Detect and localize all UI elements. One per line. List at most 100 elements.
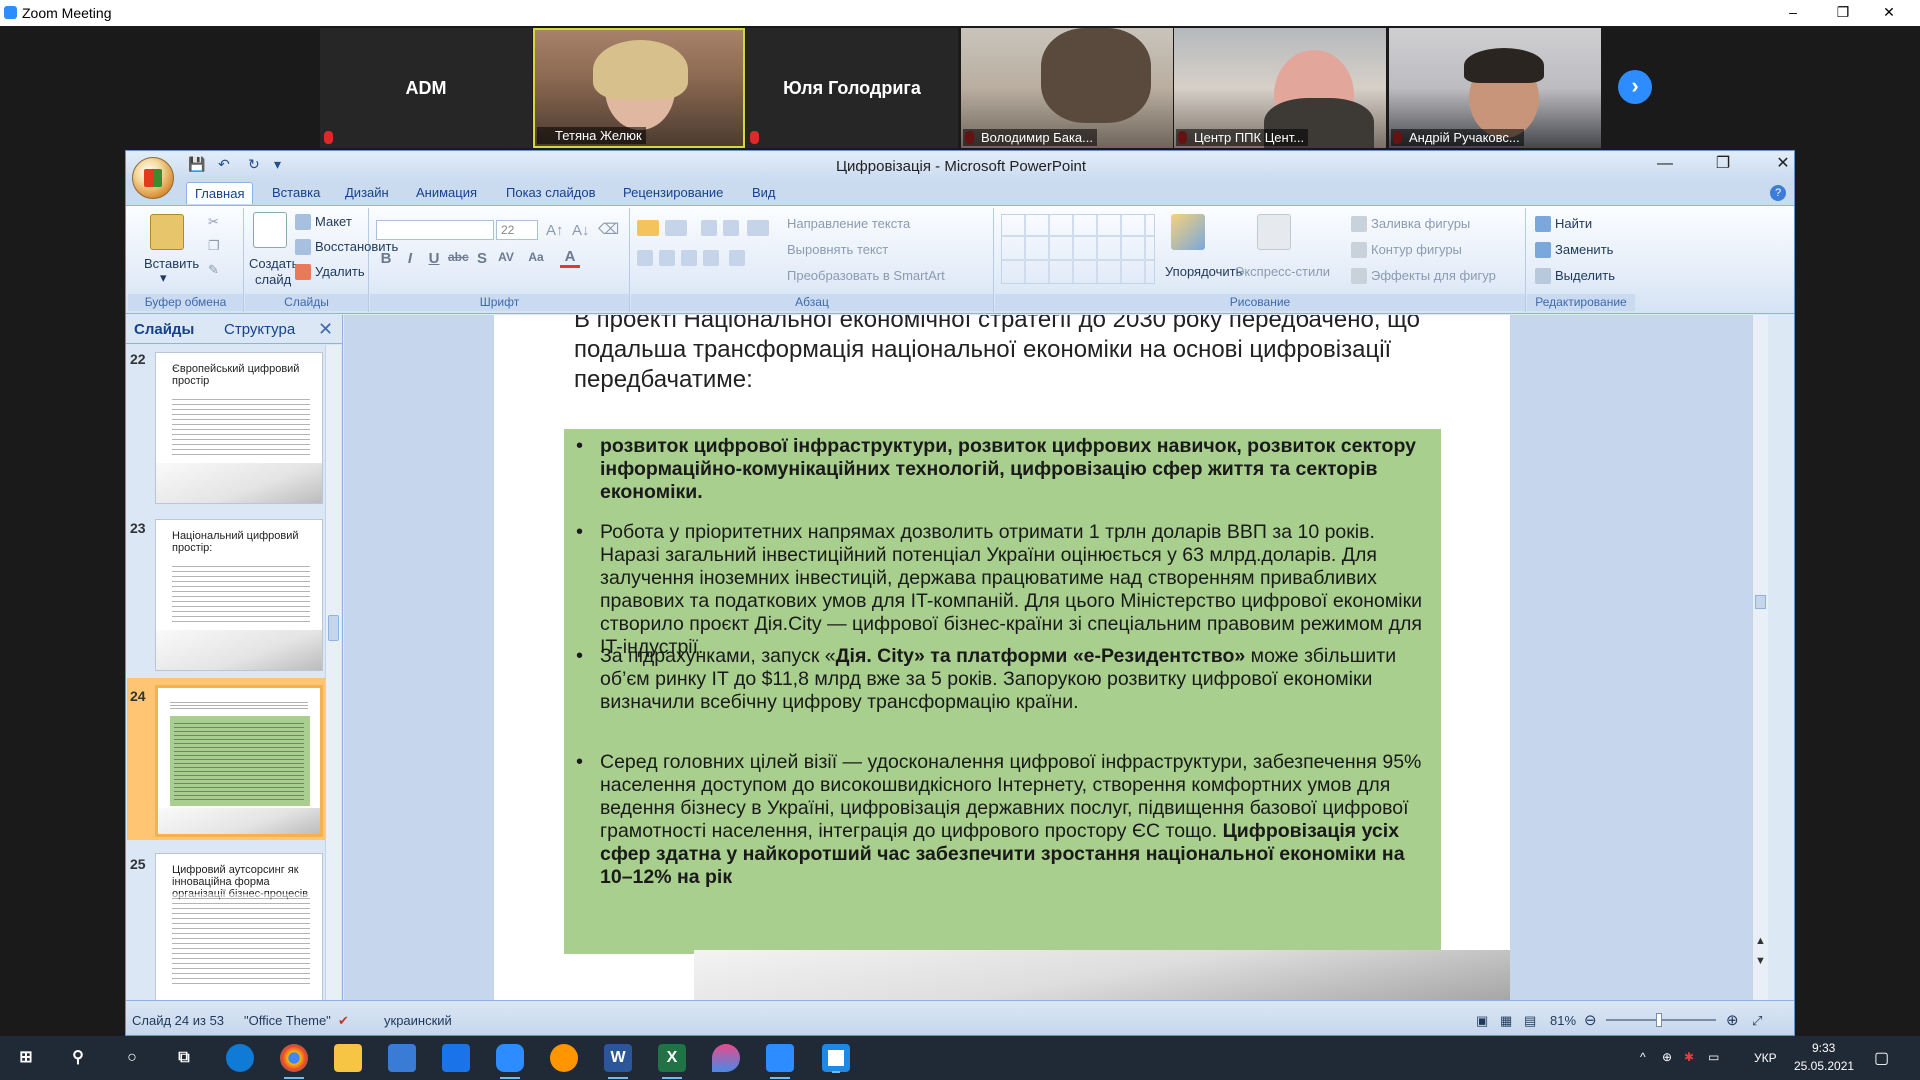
change-case-icon[interactable]: Aa	[526, 250, 546, 264]
font-size-field[interactable]: 22	[496, 220, 538, 240]
layout-button[interactable]: Макет	[315, 214, 352, 229]
new-slide-button-line2[interactable]: слайд	[255, 272, 291, 287]
shapes-gallery[interactable]	[1001, 214, 1155, 284]
ppt-maximize-button[interactable]: ❐	[1700, 153, 1746, 177]
text-direction-button[interactable]: Направление текста	[787, 216, 910, 231]
scrollbar-thumb[interactable]	[1755, 595, 1766, 609]
align-text-button[interactable]: Выровнять текст	[787, 242, 888, 257]
convert-smartart-button[interactable]: Преобразовать в SmartArt	[787, 268, 945, 283]
slide-intro-text[interactable]: В проекті Національної економічної страт…	[574, 315, 1474, 395]
quick-styles-button[interactable]: Экспресс-стили	[1235, 264, 1330, 279]
file-explorer-icon[interactable]	[334, 1044, 362, 1072]
zoom-minimize-button[interactable]: –	[1770, 0, 1816, 26]
replace-button[interactable]: Заменить	[1555, 242, 1613, 257]
participant-tile[interactable]: Центр ППК Цент...	[1174, 28, 1386, 148]
redo-icon[interactable]: ↻	[248, 156, 260, 173]
normal-view-icon[interactable]: ▣	[1476, 1013, 1488, 1029]
select-button[interactable]: Выделить	[1555, 268, 1615, 283]
shadow-icon[interactable]: S	[472, 250, 492, 267]
keyboard-language[interactable]: УКР	[1754, 1051, 1777, 1065]
zoom-meeting-taskbar-icon[interactable]	[766, 1044, 794, 1079]
slide-thumbnail[interactable]: Європейський цифровий простір	[155, 352, 323, 504]
zoom-in-icon[interactable]: ⊕	[1726, 1011, 1739, 1029]
tab-view[interactable]: Вид	[752, 185, 776, 200]
spellcheck-icon[interactable]: ✔	[338, 1013, 349, 1029]
new-slide-button[interactable]: Создать	[249, 256, 298, 271]
slide-vertical-scrollbar[interactable]: ▲ ▼	[1752, 315, 1768, 1000]
format-painter-icon[interactable]: ✎	[208, 262, 219, 278]
paste-icon[interactable]	[150, 214, 184, 250]
clear-format-icon[interactable]: ⌫	[598, 220, 619, 238]
slide-canvas[interactable]: В проекті Національної економічної страт…	[494, 315, 1510, 1000]
start-windows-icon[interactable]: ⊞	[12, 1044, 40, 1072]
participant-tile[interactable]: Андрій Ручаковс...	[1389, 28, 1601, 148]
tab-design[interactable]: Дизайн	[345, 185, 389, 200]
spacing-icon[interactable]: AV	[496, 250, 516, 264]
volume-icon[interactable]: ▭	[1708, 1050, 1719, 1064]
justify-icon[interactable]	[703, 250, 719, 266]
decrease-indent-icon[interactable]	[701, 220, 717, 236]
slide-thumbnail[interactable]: Цифровий аутсорсинг як інноваційна форма…	[155, 853, 323, 1005]
paint-app-icon[interactable]	[712, 1044, 740, 1072]
network-icon[interactable]: ⊕	[1662, 1050, 1672, 1064]
tab-outline-pane[interactable]: Структура	[224, 321, 295, 338]
fit-to-window-icon[interactable]: ⤢	[1752, 1013, 1762, 1029]
strikethrough-icon[interactable]: abc	[448, 250, 469, 264]
columns-icon[interactable]	[729, 250, 745, 266]
zoom-app-taskbar-icon[interactable]	[496, 1044, 524, 1079]
ppt-close-button[interactable]: ✕	[1760, 153, 1794, 177]
language-indicator[interactable]: украинский	[384, 1013, 452, 1028]
font-color-icon[interactable]: A	[560, 248, 580, 268]
chrome-icon[interactable]	[280, 1044, 308, 1079]
shape-effects-button[interactable]: Эффекты для фигур	[1371, 268, 1496, 283]
participant-tile[interactable]: Юля Голодрига	[746, 28, 958, 148]
tab-animation[interactable]: Анимация	[416, 185, 477, 200]
font-name-field[interactable]	[376, 220, 494, 240]
shape-outline-button[interactable]: Контур фигуры	[1371, 242, 1462, 257]
close-pane-icon[interactable]: ✕	[318, 319, 333, 340]
zoom-slider-thumb[interactable]	[1656, 1013, 1662, 1027]
zoom-close-button[interactable]: ✕	[1866, 0, 1912, 26]
undo-icon[interactable]: ↶	[218, 156, 230, 173]
ppt-minimize-button[interactable]: —	[1642, 153, 1688, 177]
tray-chevron-icon[interactable]: ^	[1640, 1050, 1646, 1064]
excel-icon[interactable]: X	[658, 1044, 686, 1079]
participant-tile[interactable]: Володимир Бака...	[961, 28, 1173, 148]
save-icon[interactable]: 💾	[188, 156, 205, 173]
shrink-font-icon[interactable]: A↓	[572, 222, 590, 239]
slideshow-view-icon[interactable]: ▤	[1524, 1013, 1536, 1029]
shape-fill-button[interactable]: Заливка фигуры	[1371, 216, 1470, 231]
quick-styles-icon[interactable]	[1257, 214, 1291, 250]
slide-sorter-icon[interactable]: ▦	[1500, 1013, 1512, 1029]
office-button[interactable]	[132, 157, 174, 199]
paste-button[interactable]: Вставить	[144, 256, 199, 271]
tray-app-icon[interactable]: ✱	[1684, 1050, 1694, 1064]
word-icon[interactable]: W	[604, 1044, 632, 1079]
slide-thumbnail[interactable]: Національний цифровий простір:	[155, 519, 323, 671]
presentation-window-icon[interactable]	[822, 1044, 850, 1073]
previous-slide-icon[interactable]: ▲	[1755, 935, 1766, 947]
tab-home[interactable]: Главная	[186, 182, 254, 204]
search-icon[interactable]: ⚲	[64, 1044, 92, 1072]
new-slide-icon[interactable]	[253, 212, 287, 248]
zoom-out-icon[interactable]: ⊖	[1584, 1011, 1597, 1029]
next-slide-icon[interactable]: ▼	[1755, 955, 1766, 967]
help-icon[interactable]: ?	[1770, 185, 1786, 201]
cut-icon[interactable]: ✂	[208, 214, 219, 230]
qat-customize-icon[interactable]: ▾	[274, 156, 281, 173]
copy-icon[interactable]: ❐	[208, 238, 220, 254]
find-button[interactable]: Найти	[1555, 216, 1592, 231]
cortana-icon[interactable]: ○	[118, 1044, 146, 1072]
arrange-button[interactable]: Упорядочить	[1165, 264, 1242, 279]
participant-tile-active-speaker[interactable]: Тетяна Желюк	[533, 28, 745, 148]
store-icon[interactable]	[388, 1044, 416, 1072]
notifications-icon[interactable]: ▢	[1874, 1048, 1889, 1068]
numbering-icon[interactable]	[665, 220, 687, 236]
slide-thumbnail-selected[interactable]	[155, 685, 323, 837]
grow-font-icon[interactable]: A↑	[546, 222, 564, 239]
firefox-icon[interactable]	[550, 1044, 578, 1072]
align-right-icon[interactable]	[681, 250, 697, 266]
align-left-icon[interactable]	[637, 250, 653, 266]
increase-indent-icon[interactable]	[723, 220, 739, 236]
align-center-icon[interactable]	[659, 250, 675, 266]
